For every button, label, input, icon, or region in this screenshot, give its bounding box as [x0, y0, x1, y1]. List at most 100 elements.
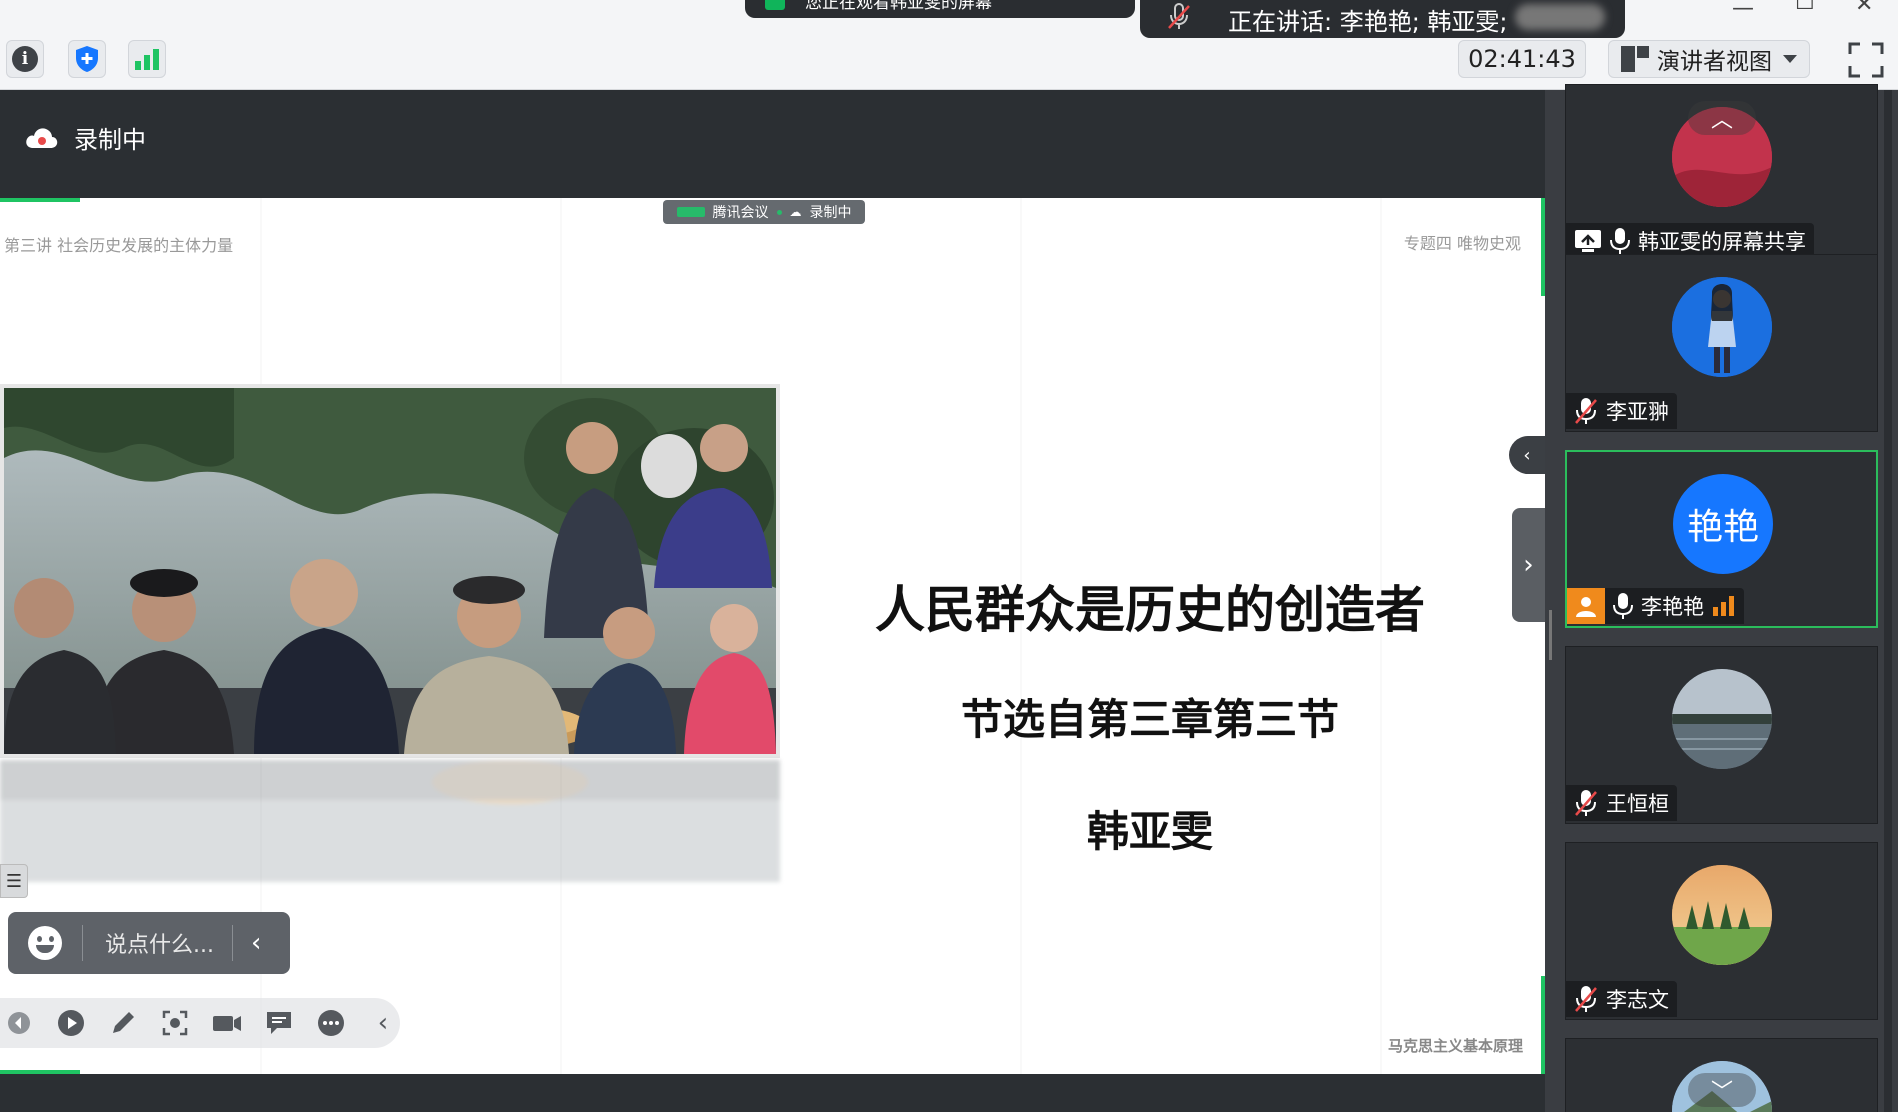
avatar	[1672, 865, 1772, 965]
slide-header-right: 专题四 唯物史观	[1403, 234, 1521, 253]
screen-share-notice-text: 您正在观看韩亚雯的屏幕	[805, 0, 992, 13]
camera-icon[interactable]	[212, 1008, 242, 1038]
speaking-indicator: 正在讲话: 李艳艳; 韩亚雯;	[1140, 0, 1625, 38]
screen-share-icon	[1575, 230, 1601, 252]
chevron-down-icon	[1783, 55, 1797, 63]
layout-icon	[1621, 46, 1649, 72]
annotation-toolbar: ‹	[0, 998, 400, 1048]
network-status-button[interactable]	[128, 40, 166, 78]
watermark-dot	[776, 209, 782, 215]
slide-title: 人民群众是历史的创造者	[875, 581, 1425, 639]
fullscreen-icon[interactable]	[1846, 40, 1886, 80]
signal-bars-icon	[1713, 596, 1734, 616]
screenshot-icon[interactable]	[160, 1008, 190, 1038]
previous-icon[interactable]	[4, 1008, 34, 1038]
main-stage: 录制中 腾讯会议 ☁ 录制中 第三讲 社会历史发展的主体力量 专题四 唯物史观	[0, 90, 1545, 1112]
chevron-left-icon[interactable]: ‹	[368, 1008, 398, 1038]
group-photo-illustration	[4, 388, 776, 754]
slide-header-left: 第三讲 社会历史发展的主体力量	[4, 236, 234, 255]
participant-nametag: 王恒桓	[1566, 785, 1677, 821]
watermark-recording: 录制中	[809, 205, 852, 221]
participant-name: 李亚翀	[1606, 400, 1669, 424]
app-logo-icon	[676, 207, 705, 217]
participant-tile[interactable]: 王恒桓	[1565, 646, 1878, 824]
list-icon: ☰	[5, 870, 23, 892]
scroll-down-button[interactable]: ﹀	[1688, 1073, 1756, 1107]
participant-nametag: 李亚翀	[1566, 393, 1677, 429]
app-watermark: 腾讯会议 ☁ 录制中	[663, 200, 865, 224]
panel-scrollbar[interactable]	[1884, 90, 1892, 1112]
participant-nametag: 李志文	[1566, 981, 1677, 1017]
mic-muted-icon	[1575, 986, 1597, 1012]
security-button[interactable]	[68, 40, 106, 78]
avatar	[1672, 277, 1772, 377]
meeting-info-button[interactable]: i	[6, 40, 44, 78]
divider	[82, 925, 83, 961]
avatar	[1672, 669, 1772, 769]
participant-tile[interactable]: ︿ 韩亚雯的屏幕共享	[1565, 84, 1878, 262]
microphone-icon	[1610, 228, 1630, 254]
divider	[231, 925, 233, 961]
slide-footer: 马克思主义基本原理	[1387, 1037, 1523, 1055]
participant-name: 李艳艳	[1641, 595, 1704, 619]
recording-bar: 录制中	[0, 90, 1545, 198]
share-border-corner	[0, 198, 80, 202]
speaking-text: 正在讲话: 李艳艳; 韩亚雯;	[1228, 7, 1508, 36]
share-screen-icon	[765, 0, 785, 10]
participant-nametag: 李艳艳	[1567, 588, 1744, 624]
participant-panel: ︿ 韩亚雯的屏幕共享 李亚翀 艳艳 李艳艳 王恒桓 李志文 ﹀	[1545, 84, 1898, 1112]
participant-tile[interactable]: 李志文	[1565, 842, 1878, 1020]
stage-bottom-margin	[0, 1074, 1545, 1112]
participant-tile[interactable]: 李亚翀	[1565, 254, 1878, 432]
mic-muted-icon	[1575, 790, 1597, 816]
expand-panel-button[interactable]: ›	[1512, 508, 1545, 622]
scroll-up-button[interactable]: ︿	[1688, 101, 1756, 135]
more-icon[interactable]	[316, 1008, 346, 1038]
watermark-cloud-icon: ☁	[789, 205, 802, 219]
emoji-icon[interactable]	[28, 926, 62, 960]
chevron-left-icon[interactable]: ‹	[251, 928, 261, 958]
minimize-icon[interactable]: —	[1732, 0, 1754, 21]
maximize-icon[interactable]: ☐	[1795, 0, 1815, 15]
recording-status: 录制中	[74, 126, 146, 154]
play-icon[interactable]	[56, 1008, 86, 1038]
signal-bars-icon	[135, 49, 159, 70]
blurred-content	[1515, 4, 1605, 30]
avatar-initials: 艳艳	[1686, 507, 1759, 548]
slide-subtitle: 节选自第三章第三节	[960, 695, 1339, 744]
chat-input-bar[interactable]: 说点什么... ‹	[8, 912, 290, 974]
mic-muted-icon	[1168, 3, 1190, 29]
chevron-up-icon: ︿	[1710, 108, 1733, 133]
host-icon	[1567, 588, 1605, 624]
shared-slide: 腾讯会议 ☁ 录制中 第三讲 社会历史发展的主体力量 专题四 唯物史观 人民群众…	[0, 198, 1545, 1074]
chevron-down-icon: ﹀	[1710, 1080, 1733, 1105]
shield-icon	[76, 46, 98, 72]
participant-name: 王恒桓	[1606, 792, 1669, 816]
chat-input[interactable]: 说点什么...	[105, 927, 214, 959]
screen-share-notice: 您正在观看韩亚雯的屏幕	[745, 0, 1135, 18]
slide-photo	[0, 384, 780, 758]
participant-tile-active[interactable]: 艳艳 李艳艳	[1565, 450, 1878, 628]
cloud-record-icon	[26, 128, 58, 148]
participant-name: 韩亚雯的屏幕共享	[1638, 230, 1806, 254]
participant-tile[interactable]: ﹀	[1565, 1038, 1878, 1112]
pen-icon[interactable]	[108, 1008, 138, 1038]
meeting-timer: 02:41:43	[1458, 40, 1586, 78]
microphone-icon	[1613, 593, 1633, 619]
comment-icon[interactable]	[264, 1008, 294, 1038]
chevron-left-icon: ‹	[1523, 444, 1531, 466]
view-mode-label: 演讲者视图	[1657, 49, 1772, 75]
collapse-toolbar-button[interactable]: ‹	[1509, 436, 1545, 474]
menu-toggle-button[interactable]: ☰	[0, 864, 28, 898]
slide-author: 韩亚雯	[1086, 807, 1213, 856]
info-icon: i	[12, 46, 38, 72]
watermark-app-name: 腾讯会议	[712, 205, 769, 221]
view-mode-dropdown[interactable]: 演讲者视图	[1608, 40, 1810, 78]
close-icon[interactable]: ✕	[1855, 0, 1873, 17]
mic-muted-icon	[1575, 398, 1597, 424]
participant-name: 李志文	[1606, 988, 1669, 1012]
chevron-right-icon: ›	[1523, 550, 1534, 580]
avatar: 艳艳	[1673, 474, 1773, 574]
panel-resize-handle[interactable]	[1549, 610, 1552, 660]
photo-reflection	[0, 760, 780, 882]
